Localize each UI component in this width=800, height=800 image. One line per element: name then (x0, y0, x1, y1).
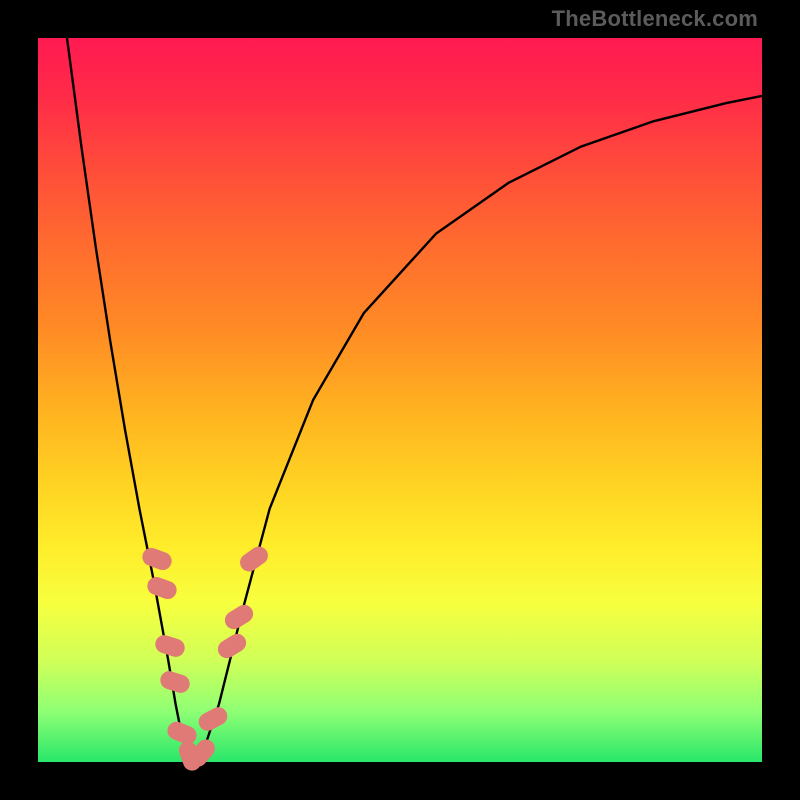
curve-marker (153, 633, 187, 659)
curve-marker (145, 575, 179, 602)
curve-marker (236, 543, 271, 575)
watermark-text: TheBottleneck.com (552, 6, 758, 32)
plot-area (38, 38, 762, 762)
frame-left (0, 0, 38, 800)
frame-right (762, 0, 800, 800)
curve-marker (158, 669, 192, 695)
curve-marker (140, 546, 174, 573)
curve-svg (38, 38, 762, 762)
curve-marker (196, 704, 231, 734)
curve-marker (215, 631, 250, 662)
frame-bottom (0, 762, 800, 800)
curve-marker (221, 602, 256, 633)
